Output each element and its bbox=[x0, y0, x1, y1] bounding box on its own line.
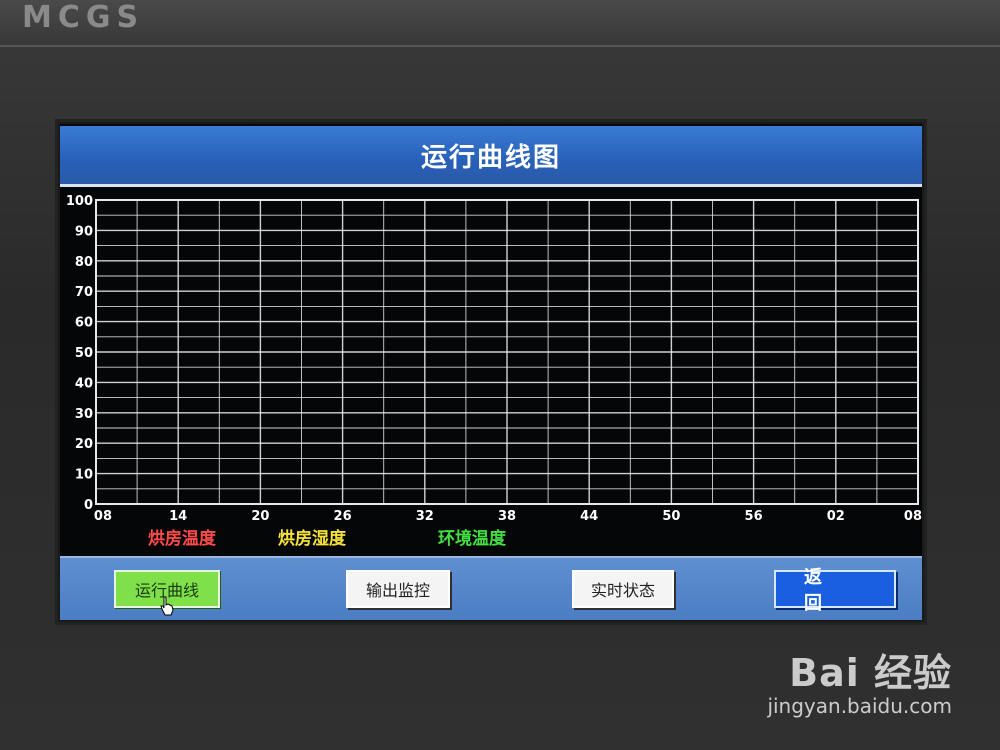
hmi-screen: 运行曲线图 100 90 80 70 60 50 40 30 20 10 0 08 14 20 26 32 38… bbox=[58, 122, 924, 622]
x-tick-label: 26 bbox=[334, 509, 352, 524]
x-tick-label: 20 bbox=[251, 509, 269, 524]
x-tick-label: 50 bbox=[662, 509, 680, 524]
y-tick-label: 100 bbox=[66, 194, 93, 209]
realtime-state-button[interactable]: 实时状态 bbox=[572, 570, 674, 608]
watermark-url: jingyan.baidu.com bbox=[767, 694, 952, 718]
y-tick-label: 20 bbox=[75, 437, 93, 452]
y-tick-label: 0 bbox=[84, 498, 93, 513]
legend-entry: 环境温度 bbox=[438, 528, 507, 549]
realtime-state-button-label: 实时状态 bbox=[590, 581, 655, 600]
device-brand-logo: MCGS bbox=[22, 0, 145, 35]
device-bezel-top: MCGS bbox=[0, 0, 1000, 47]
y-tick-label: 90 bbox=[75, 224, 93, 239]
y-tick-label: 50 bbox=[75, 346, 93, 361]
hand-cursor-icon bbox=[160, 596, 174, 616]
x-tick-label: 08 bbox=[94, 509, 112, 524]
y-tick-label: 40 bbox=[75, 376, 93, 391]
y-tick-label: 10 bbox=[75, 468, 93, 483]
trend-chart-area: 100 90 80 70 60 50 40 30 20 10 0 08 14 20 26 32 38 44 50 56… bbox=[60, 188, 922, 558]
y-tick-label: 70 bbox=[75, 285, 93, 300]
title-bar: 运行曲线图 bbox=[60, 126, 922, 187]
y-tick-label: 30 bbox=[75, 407, 93, 422]
x-tick-label: 38 bbox=[498, 509, 516, 524]
x-tick-label: 32 bbox=[416, 509, 434, 524]
trend-chart: 100908070605040302010008 14 20 26 32 38 44 50 56… bbox=[66, 194, 922, 549]
y-tick-label: 60 bbox=[75, 316, 93, 331]
bottom-toolbar: 运行曲线 输出监控 实时状态 返回 bbox=[60, 556, 922, 620]
legend-entry: 烘房温度 bbox=[148, 528, 217, 549]
output-monitor-button[interactable]: 输出监控 bbox=[346, 570, 450, 608]
legend-entry: 烘房湿度 bbox=[278, 528, 347, 549]
x-tick-label: 14 bbox=[169, 509, 187, 524]
output-monitor-button-label: 输出监控 bbox=[365, 581, 430, 600]
x-tick-label: 44 bbox=[580, 509, 598, 524]
x-tick-label: 02 bbox=[827, 509, 845, 524]
back-button-label: 返回 bbox=[804, 567, 850, 614]
page-title: 运行曲线图 bbox=[420, 142, 561, 173]
x-tick-label: 08 bbox=[904, 509, 922, 524]
x-tick-label: 56 bbox=[745, 509, 763, 524]
baidu-jingyan-watermark: Bai 经验 jingyan.baidu.com bbox=[767, 642, 952, 718]
baidu-logo: Bai 经验 bbox=[789, 651, 952, 695]
back-button[interactable]: 返回 bbox=[774, 567, 896, 614]
y-tick-label: 80 bbox=[75, 255, 93, 270]
